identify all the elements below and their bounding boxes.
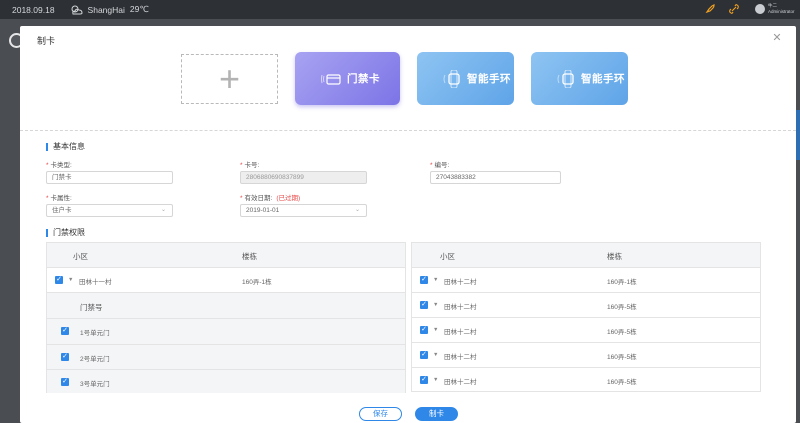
door-col-label: 门禁号	[80, 303, 103, 312]
add-card-button[interactable]: +	[181, 54, 278, 104]
community-cell: 田林十二村	[444, 304, 477, 311]
close-icon[interactable]: ✕	[772, 33, 782, 44]
row-checkbox[interactable]: ✓	[55, 276, 63, 284]
building-cell: 160弄-5栋	[607, 354, 637, 361]
building-cell: 160弄-1栋	[242, 279, 272, 286]
card-attr-label: * 卡属性:	[46, 195, 72, 202]
door-name: 3号单元门	[80, 381, 110, 388]
row-checkbox[interactable]: ✓	[420, 301, 428, 309]
row-checkbox[interactable]: ✓	[420, 351, 428, 359]
date-text: 2018.09.18	[12, 4, 55, 15]
table-header: 小区 楼栋	[47, 243, 405, 267]
make-card-button[interactable]: 制卡	[415, 407, 458, 421]
caret-down-icon[interactable]: ▼	[433, 302, 438, 308]
make-card-dialog: 制卡 ✕ + 门禁卡 智能手环 智能手环 基本信息 * 卡类型: 门禁卡 * 卡…	[20, 26, 796, 423]
community-cell: 田林十二村	[444, 379, 477, 386]
table-row[interactable]: ✓ ▼ 田林十二村 160弄-5栋	[412, 342, 760, 367]
building-cell: 160弄-1栋	[607, 279, 637, 286]
cloudy-weather-icon	[71, 5, 83, 14]
row-checkbox[interactable]: ✓	[420, 276, 428, 284]
table-row[interactable]: ✓ ▼ 田林十一村 160弄-1栋	[47, 267, 405, 292]
basic-info-title: 基本信息	[46, 143, 85, 151]
smart-band-label-2: 智能手环	[581, 73, 625, 85]
door-name: 1号单元门	[80, 330, 110, 337]
valid-date-label: * 有效日期: (已过期)	[240, 195, 301, 202]
temperature-text: 29℃	[129, 4, 149, 14]
city-text: ShangHai	[87, 4, 125, 15]
plus-icon: +	[218, 58, 241, 99]
caret-down-icon[interactable]: ▼	[433, 277, 438, 283]
valid-date-value: 2019-01-01	[246, 207, 280, 214]
door-checkbox[interactable]: ✓	[61, 353, 69, 361]
col-community: 小区	[73, 252, 88, 261]
serial-label: * 编号:	[430, 162, 450, 169]
row-checkbox[interactable]: ✓	[420, 326, 428, 334]
link-icon[interactable]	[728, 3, 740, 15]
left-access-table: 小区 楼栋 ✓ ▼ 田林十一村 160弄-1栋 门禁号 ✓ 1号单元门 ✓ 2号…	[46, 242, 406, 393]
building-cell: 160弄-5栋	[607, 329, 637, 336]
serial-field[interactable]: 27043883382	[430, 171, 561, 184]
community-cell: 田林十二村	[444, 329, 477, 336]
caret-down-icon[interactable]: ▼	[68, 277, 73, 283]
right-access-table: 小区 楼栋 ✓ ▼ 田林十二村 160弄-1栋 ✓ ▼ 田林十二村 160弄-5…	[411, 242, 761, 392]
section-divider	[20, 130, 796, 131]
top-bar: 2018.09.18 ShangHai 29℃ 牛二 Administrator	[0, 0, 800, 19]
card-type-strip: + 门禁卡 智能手环 智能手环	[20, 48, 796, 132]
access-card-option[interactable]: 门禁卡	[295, 52, 400, 105]
caret-down-icon[interactable]: ▼	[433, 377, 438, 383]
chevron-down-icon: ⌄	[160, 207, 166, 213]
card-attr-select[interactable]: 住户卡 ⌄	[46, 204, 173, 217]
smart-band-option-1[interactable]: 智能手环	[417, 52, 514, 105]
rocket-icon[interactable]	[704, 3, 716, 15]
valid-date-select[interactable]: 2019-01-01 ⌄	[240, 204, 367, 217]
door-row[interactable]: ✓ 3号单元门	[47, 369, 405, 393]
table-row[interactable]: ✓ ▼ 田林十二村 160弄-5栋	[412, 317, 760, 342]
col-building: 楼栋	[607, 252, 622, 261]
user-info[interactable]: 牛二 Administrator	[768, 3, 795, 14]
dialog-title: 制卡	[37, 36, 56, 46]
card-attr-value: 住户卡	[52, 207, 72, 214]
table-row[interactable]: ✓ ▼ 田林十二村 160弄-1栋	[412, 267, 760, 292]
caret-down-icon[interactable]: ▼	[433, 327, 438, 333]
community-cell: 田林十二村	[444, 354, 477, 361]
door-name: 2号单元门	[80, 356, 110, 363]
building-cell: 160弄-5栋	[607, 379, 637, 386]
table-row[interactable]: ✓ ▼ 田林十二村 160弄-5栋	[412, 367, 760, 392]
door-subheader: 门禁号	[47, 292, 405, 318]
row-checkbox[interactable]: ✓	[420, 376, 428, 384]
chevron-down-icon: ⌄	[354, 207, 360, 213]
access-rights-title: 门禁权限	[46, 229, 85, 237]
door-checkbox[interactable]: ✓	[61, 327, 69, 335]
smart-band-icon	[557, 69, 574, 88]
smart-band-label-1: 智能手环	[467, 73, 511, 85]
access-card-label: 门禁卡	[347, 73, 380, 85]
col-building: 楼栋	[242, 252, 257, 261]
community-cell: 田林十二村	[444, 279, 477, 286]
door-row[interactable]: ✓ 1号单元门	[47, 318, 405, 344]
card-icon	[321, 73, 341, 85]
card-type-label: * 卡类型:	[46, 162, 72, 169]
building-cell: 160弄-5栋	[607, 304, 637, 311]
card-no-field: 2806880690837899	[240, 171, 367, 184]
smart-band-option-2[interactable]: 智能手环	[531, 52, 628, 105]
expired-note: (已过期)	[276, 195, 301, 202]
caret-down-icon[interactable]: ▼	[433, 352, 438, 358]
avatar[interactable]	[755, 4, 765, 14]
save-button[interactable]: 保存	[359, 407, 402, 421]
table-header: 小区 楼栋	[412, 243, 760, 267]
community-cell: 田林十一村	[79, 279, 112, 286]
col-community: 小区	[440, 252, 455, 261]
table-row[interactable]: ✓ ▼ 田林十二村 160弄-5栋	[412, 292, 760, 317]
door-row[interactable]: ✓ 2号单元门	[47, 344, 405, 369]
card-no-label: * 卡号:	[240, 162, 260, 169]
card-type-field[interactable]: 门禁卡	[46, 171, 173, 184]
door-checkbox[interactable]: ✓	[61, 378, 69, 386]
smart-band-icon	[443, 69, 460, 88]
user-role: Administrator	[768, 8, 795, 14]
